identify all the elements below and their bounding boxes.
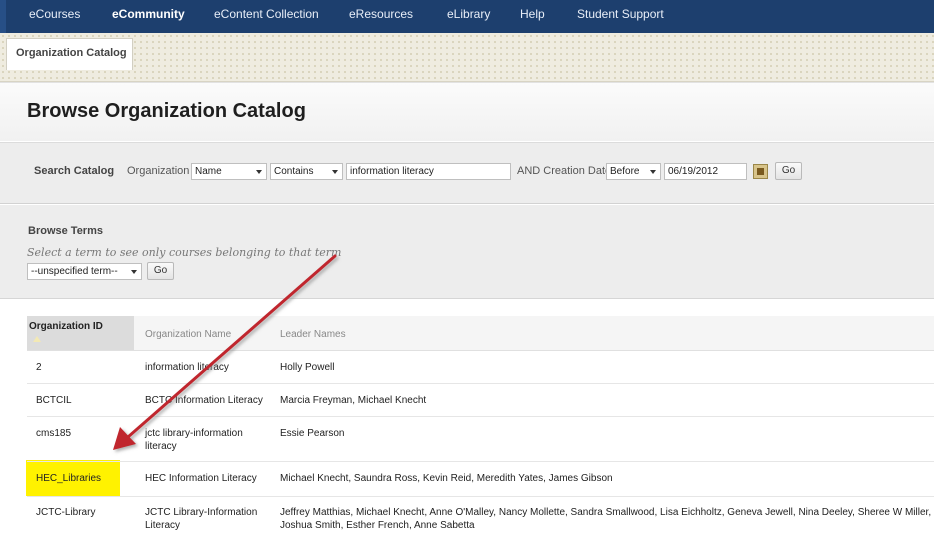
arrow-icon [113,254,337,450]
annotation-arrow [113,254,337,450]
